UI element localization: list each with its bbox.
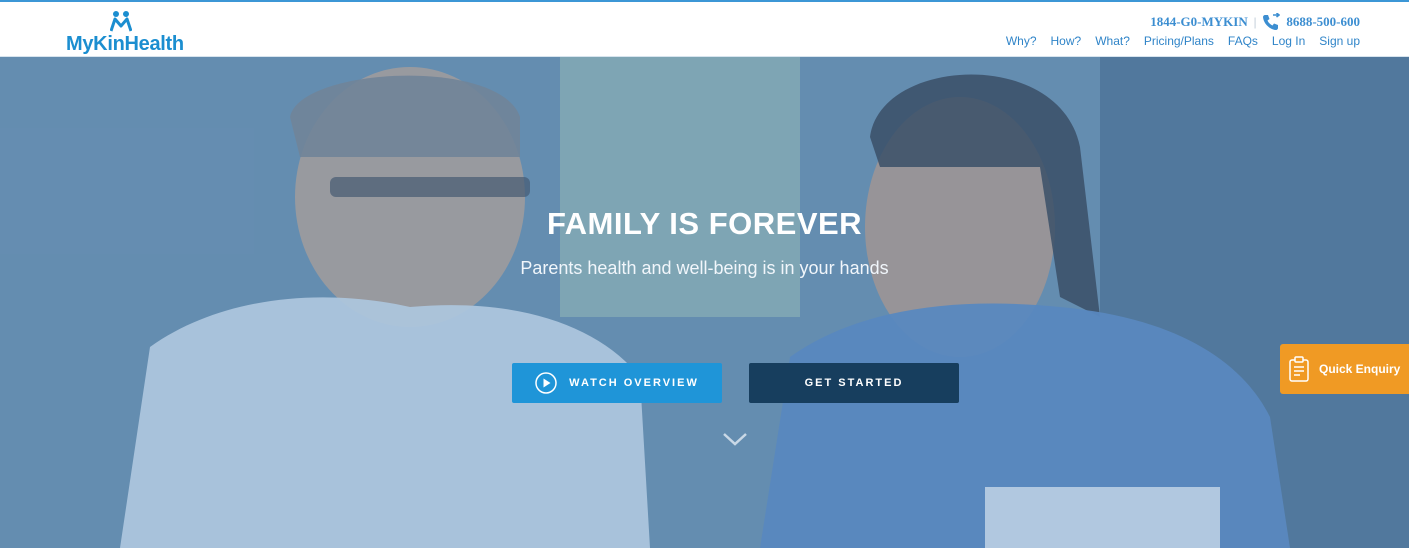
hero-overlay (0, 57, 1409, 548)
hero-subtitle: Parents health and well-being is in your… (520, 258, 889, 278)
play-circle-icon (535, 372, 557, 394)
contact-bar: 1844-G0-MYKIN | 8688-500-600 (1150, 13, 1360, 31)
get-started-button[interactable]: GET STARTED (749, 363, 959, 403)
quick-enquiry-button[interactable]: Quick Enquiry (1280, 344, 1409, 394)
nav-how[interactable]: How? (1051, 34, 1082, 48)
nav-faqs[interactable]: FAQs (1228, 34, 1258, 48)
contact-primary[interactable]: 1844-G0-MYKIN (1150, 14, 1248, 30)
nav-what[interactable]: What? (1095, 34, 1130, 48)
nav-pricing-plans[interactable]: Pricing/Plans (1144, 34, 1214, 48)
get-started-label: GET STARTED (804, 377, 904, 389)
contact-separator: | (1253, 14, 1257, 29)
clipboard-icon (1289, 356, 1309, 382)
hero-section: FAMILY IS FOREVER Parents health and wel… (0, 57, 1409, 548)
brand-logo[interactable]: MyKinHealth (66, 10, 186, 56)
chevron-down-icon[interactable] (722, 431, 748, 447)
main-nav: Why? How? What? Pricing/Plans FAQs Log I… (1006, 34, 1360, 48)
phone-forward-icon (1263, 13, 1281, 30)
nav-log-in[interactable]: Log In (1272, 34, 1305, 48)
watch-overview-label: WATCH OVERVIEW (569, 377, 699, 389)
quick-enquiry-label: Quick Enquiry (1319, 362, 1401, 376)
nav-why[interactable]: Why? (1006, 34, 1037, 48)
nav-sign-up[interactable]: Sign up (1319, 34, 1360, 48)
brand-name: MyKinHealth (66, 33, 184, 55)
contact-phone[interactable]: 8688-500-600 (1286, 14, 1360, 30)
hero-title: FAMILY IS FOREVER (546, 206, 863, 241)
watch-overview-button[interactable]: WATCH OVERVIEW (512, 363, 722, 403)
family-logo-icon (110, 11, 132, 32)
site-header: MyKinHealth 1844-G0-MYKIN | 8688-500-600… (0, 2, 1409, 57)
